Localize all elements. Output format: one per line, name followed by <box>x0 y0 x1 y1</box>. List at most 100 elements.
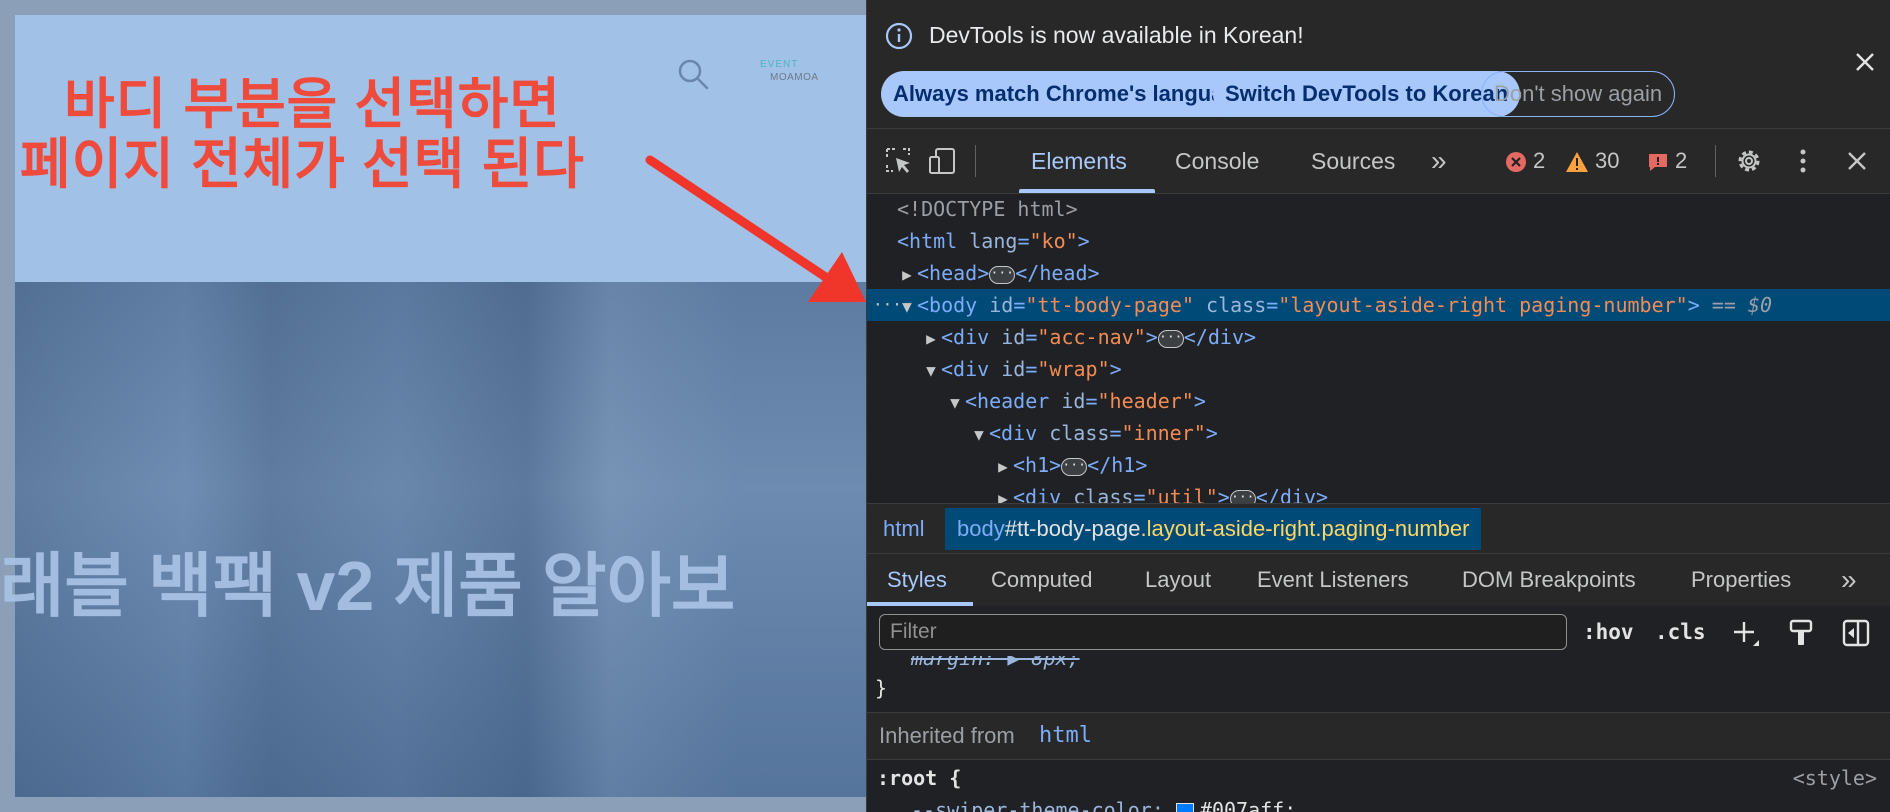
infobar-message: DevTools is now available in Korean! <box>929 22 1304 48</box>
dom-node-inner[interactable]: ▼ <div class="inner"> <box>867 417 1890 449</box>
switch-to-korean-button[interactable]: Switch DevTools to Korean <box>1213 71 1521 117</box>
more-subtabs-button[interactable]: » <box>1841 554 1857 606</box>
close-devtools-icon[interactable] <box>1841 145 1873 177</box>
tab-dom-breakpoints[interactable]: DOM Breakpoints <box>1462 554 1636 606</box>
styles-filter-bar: :hov .cls <box>867 606 1890 656</box>
dom-node-acc-nav[interactable]: ▶ <div id="acc-nav">···</div> <box>867 321 1890 353</box>
tab-computed[interactable]: Computed <box>991 554 1093 606</box>
head-close-tag: </head> <box>1015 261 1100 285</box>
breadcrumb-body-id: #tt-body-page <box>1004 516 1141 541</box>
dom-node-h1[interactable]: ▶ <h1>···</h1> <box>867 449 1890 481</box>
styles-pane: margin: ▶ 8px; } Inherited from html :ro… <box>867 656 1890 812</box>
device-toolbar-icon[interactable] <box>927 145 959 177</box>
head-open-tag: <head> <box>917 261 990 285</box>
collapse-triangle-icon[interactable]: ▼ <box>945 387 965 419</box>
breadcrumb-html[interactable]: html <box>883 504 925 554</box>
dom-tree: <!DOCTYPE html> <html lang="ko"> ▶ <head>… <box>867 193 1890 503</box>
collapse-triangle-icon[interactable]: ▼ <box>969 419 989 451</box>
ellipsis-icon[interactable]: ··· <box>1157 329 1184 348</box>
attr-value: "util" <box>1145 485 1218 503</box>
dom-node-header[interactable]: ▼ <header id="header"> <box>867 385 1890 417</box>
div-close-tag: </div> <box>1255 485 1329 503</box>
attr-value: "inner" <box>1121 421 1206 445</box>
dom-node-wrap[interactable]: ▼ <div id="wrap"> <box>867 353 1890 385</box>
selected-ref: == $0 <box>1711 293 1773 317</box>
dom-breadcrumb: html body#tt-body-page.layout-aside-righ… <box>867 503 1890 554</box>
breadcrumb-body[interactable]: body#tt-body-page.layout-aside-right.pag… <box>945 508 1482 550</box>
attr-value: "acc-nav" <box>1037 325 1146 349</box>
header-open-tag: <header <box>965 389 1050 413</box>
expand-triangle-icon[interactable]: ▶ <box>993 451 1013 483</box>
rule-close-brace: } <box>875 676 888 700</box>
tab-elements[interactable]: Elements <box>1031 129 1127 193</box>
class-toggle[interactable]: .cls <box>1655 620 1706 644</box>
rule-source-link[interactable]: <style> <box>1793 766 1877 790</box>
dont-show-again-button[interactable]: Don't show again <box>1481 71 1676 117</box>
filter-input[interactable] <box>879 614 1567 650</box>
paint-brush-icon[interactable] <box>1787 618 1815 648</box>
new-style-rule-icon[interactable] <box>1731 618 1761 648</box>
attr-name: id <box>989 293 1014 317</box>
expand-triangle-icon[interactable]: ▶ <box>993 483 1013 503</box>
dom-node-doctype[interactable]: <!DOCTYPE html> <box>867 193 1890 225</box>
expand-triangle-icon[interactable]: ▶ <box>921 323 941 355</box>
ellipsis-icon[interactable]: ··· <box>989 265 1016 284</box>
info-icon <box>885 22 913 50</box>
breadcrumb-body-tag: body <box>957 516 1005 541</box>
div-open-tag: <div <box>1013 485 1062 503</box>
expand-triangle-icon[interactable]: ▶ <box>897 259 917 291</box>
body-open-tag: <body <box>917 293 978 317</box>
warnings-badge[interactable]: 30 <box>1565 147 1619 175</box>
inspect-element-icon[interactable] <box>883 145 915 177</box>
toggle-sidebar-icon[interactable] <box>1841 618 1871 648</box>
h1-open-tag: <h1> <box>1013 453 1062 477</box>
color-swatch-icon[interactable] <box>1175 802 1194 812</box>
attr-name: id <box>1001 357 1026 381</box>
errors-badge[interactable]: 2 <box>1505 147 1545 175</box>
tab-console[interactable]: Console <box>1175 129 1259 193</box>
more-options-icon[interactable] <box>1787 145 1819 177</box>
dom-node-html[interactable]: <html lang="ko"> <box>867 225 1890 257</box>
ellipsis-icon[interactable]: ··· <box>1061 457 1088 476</box>
strike-declaration: margin: ▶ 8px; <box>911 656 1080 670</box>
attr-name: class <box>1206 293 1267 317</box>
attr-name: class <box>1049 421 1110 445</box>
tab-sources[interactable]: Sources <box>1311 129 1395 193</box>
doctype-text: <!DOCTYPE html> <box>897 197 1078 221</box>
hover-state-toggle[interactable]: :hov <box>1583 620 1634 644</box>
root-rule-header[interactable]: :root { <style> <box>877 766 1881 790</box>
always-match-language-button[interactable]: Always match Chrome's language <box>881 71 1262 117</box>
breadcrumb-body-classes: .layout-aside-right.paging-number <box>1140 516 1470 541</box>
inherited-link[interactable]: html <box>1039 713 1092 759</box>
div-close-tag: </div> <box>1183 325 1257 349</box>
row-actions-icon[interactable]: ··· <box>873 289 902 321</box>
root-selector: :root { <box>877 766 962 790</box>
more-tabs-button[interactable]: » <box>1431 129 1447 193</box>
tab-styles[interactable]: Styles <box>887 554 947 606</box>
overridden-declaration[interactable]: margin: ▶ 8px; <box>911 656 1080 670</box>
dom-node-head[interactable]: ▶ <head>···</head> <box>867 257 1890 289</box>
tab-event-listeners[interactable]: Event Listeners <box>1257 554 1409 606</box>
ellipsis-icon[interactable]: ··· <box>1229 489 1256 503</box>
tab-layout[interactable]: Layout <box>1145 554 1211 606</box>
dom-node-body-selected[interactable]: ··· ▼ <body id="tt-body-page" class="layo… <box>867 289 1890 321</box>
div-open-tag: <div <box>989 421 1038 445</box>
attr-value: "tt-body-page" <box>1025 293 1194 317</box>
warning-icon <box>1566 152 1588 173</box>
error-icon <box>1506 152 1526 173</box>
attr-value: "wrap" <box>1037 357 1110 381</box>
warnings-count: 30 <box>1595 148 1620 173</box>
attr-name: id <box>1061 389 1086 413</box>
root-declaration[interactable]: --swiper-theme-color: #007aff; <box>911 798 1296 812</box>
toolbar-separator <box>975 145 976 177</box>
issues-badge[interactable]: 2 <box>1647 147 1687 175</box>
styles-subtabs: Styles Computed Layout Event Listeners D… <box>867 553 1890 607</box>
settings-gear-icon[interactable] <box>1733 145 1765 177</box>
close-icon[interactable] <box>1851 48 1879 76</box>
issues-count: 2 <box>1675 148 1688 173</box>
attr-value: "layout-aside-right paging-number" <box>1278 293 1688 317</box>
issues-icon <box>1649 154 1667 172</box>
dom-node-util[interactable]: ▶ <div class="util">···</div> <box>867 481 1890 503</box>
collapse-triangle-icon[interactable]: ▼ <box>921 355 941 387</box>
tab-properties[interactable]: Properties <box>1691 554 1791 606</box>
